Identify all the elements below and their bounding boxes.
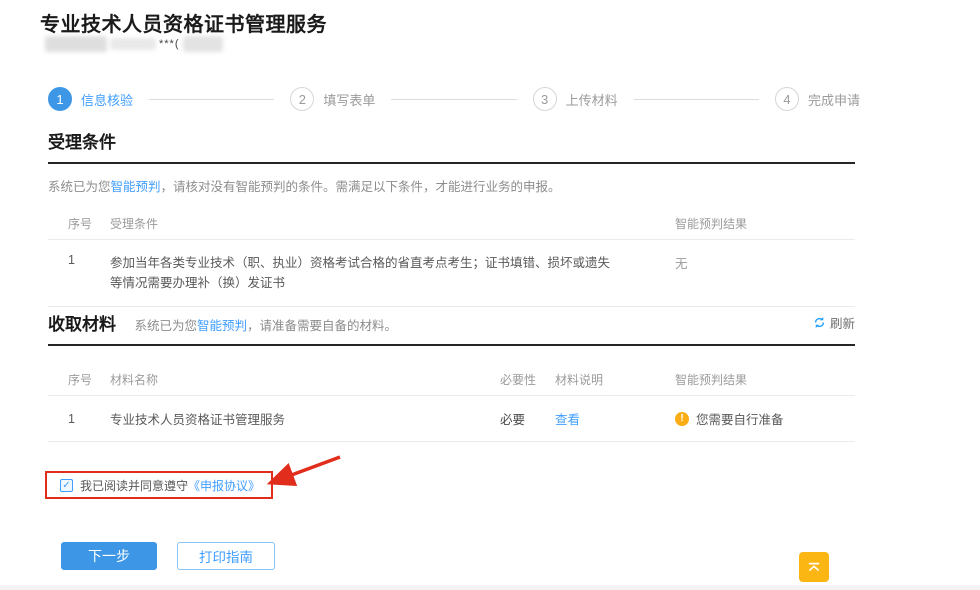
materials-section-header: 刷新 收取材料 系统已为您智能预判，请准备需要自备的材料。 (48, 310, 855, 346)
redacted-block (183, 36, 223, 52)
step-connector (149, 99, 274, 100)
col-result: 智能预判结果 (675, 215, 855, 232)
smart-predict-link[interactable]: 智能预判 (111, 180, 161, 194)
step-label: 完成申请 (808, 90, 860, 109)
conditions-heading: 受理条件 (48, 128, 116, 153)
conditions-table: 序号 受理条件 智能预判结果 1 参加当年各类专业技术（职、执业）资格考试合格的… (48, 208, 855, 307)
annotation-box: ✓ 我已阅读并同意遵守《申报协议》 (45, 471, 273, 499)
col-condition: 受理条件 (110, 215, 675, 232)
table-row: 1 参加当年各类专业技术（职、执业）资格考试合格的省直考点考生；证书填错、损坏或… (48, 240, 855, 307)
redacted-stars: ***( (159, 38, 180, 50)
step-connector (634, 99, 759, 100)
step-number-badge: 1 (48, 87, 72, 111)
step-label: 信息核验 (81, 90, 133, 109)
conditions-table-header: 序号 受理条件 智能预判结果 (48, 208, 855, 240)
refresh-label: 刷新 (830, 313, 855, 332)
conditions-section-header: 受理条件 (48, 128, 855, 164)
redacted-block (110, 38, 156, 50)
col-necessity: 必要性 (500, 371, 555, 388)
redacted-block (45, 36, 107, 52)
col-index: 序号 (68, 371, 110, 388)
next-step-button[interactable]: 下一步 (61, 542, 157, 570)
step-fill-form: 2 填写表单 (290, 87, 375, 111)
redacted-user-info: ***( (45, 36, 223, 52)
conditions-intro: 系统已为您智能预判，请核对没有智能预判的条件。需满足以下条件，才能进行业务的申报… (48, 176, 561, 195)
material-name: 专业技术人员资格证书管理服务 (110, 409, 500, 428)
intro-text: ，请准备需要自备的材料。 (247, 319, 397, 333)
warning-icon: ! (675, 412, 689, 426)
predict-result: 无 (675, 253, 855, 272)
back-to-top-button[interactable] (799, 552, 829, 582)
page-title: 专业技术人员资格证书管理服务 (40, 8, 327, 37)
print-guide-button[interactable]: 打印指南 (177, 542, 275, 570)
step-label: 填写表单 (323, 90, 375, 109)
agreement-label: 我已阅读并同意遵守《申报协议》 (80, 477, 260, 494)
materials-table-header: 序号 材料名称 必要性 材料说明 智能预判结果 (48, 364, 855, 396)
step-info-check: 1 信息核验 (48, 87, 133, 111)
necessity-value: 必要 (500, 409, 555, 428)
row-index: 1 (68, 253, 110, 267)
predict-result: ! 您需要自行准备 (675, 409, 855, 428)
step-number-badge: 2 (290, 87, 314, 111)
step-complete: 4 完成申请 (775, 87, 860, 111)
step-label: 上传材料 (566, 90, 618, 109)
intro-text: ，请核对没有智能预判的条件。需满足以下条件，才能进行业务的申报。 (161, 180, 561, 194)
col-index: 序号 (68, 215, 110, 232)
table-row: 1 专业技术人员资格证书管理服务 必要 查看 ! 您需要自行准备 (48, 396, 855, 442)
step-number-badge: 4 (775, 87, 799, 111)
annotation-arrow (252, 448, 352, 496)
back-to-top-icon (805, 558, 823, 576)
col-result: 智能预判结果 (675, 371, 855, 388)
smart-predict-link[interactable]: 智能预判 (197, 319, 247, 333)
agreement-text: 我已阅读并同意遵守 (80, 479, 188, 493)
materials-intro: 系统已为您智能预判，请准备需要自备的材料。 (134, 319, 397, 333)
page: 专业技术人员资格证书管理服务 ***( 1 信息核验 2 填写表单 3 上传材料… (0, 0, 980, 590)
step-upload-materials: 3 上传材料 (533, 87, 618, 111)
step-connector (391, 99, 516, 100)
col-description: 材料说明 (555, 371, 675, 388)
refresh-icon (813, 316, 826, 329)
intro-text: 系统已为您 (134, 319, 197, 333)
materials-heading: 收取材料 (48, 310, 116, 335)
agreement-checkbox[interactable]: ✓ (60, 479, 73, 492)
materials-table: 序号 材料名称 必要性 材料说明 智能预判结果 1 专业技术人员资格证书管理服务… (48, 364, 855, 442)
refresh-button[interactable]: 刷新 (813, 313, 855, 332)
stepper: 1 信息核验 2 填写表单 3 上传材料 4 完成申请 (48, 87, 860, 111)
step-number-badge: 3 (533, 87, 557, 111)
agreement-link[interactable]: 《申报协议》 (188, 479, 260, 493)
page-bottom-strip (0, 585, 980, 590)
col-name: 材料名称 (110, 371, 500, 388)
condition-text: 参加当年各类专业技术（职、执业）资格考试合格的省直考点考生；证书填错、损坏或遗失… (110, 253, 675, 293)
intro-text: 系统已为您 (48, 180, 111, 194)
view-material-link[interactable]: 查看 (555, 409, 675, 428)
predict-result-text: 您需要自行准备 (696, 409, 784, 428)
row-index: 1 (68, 412, 110, 426)
